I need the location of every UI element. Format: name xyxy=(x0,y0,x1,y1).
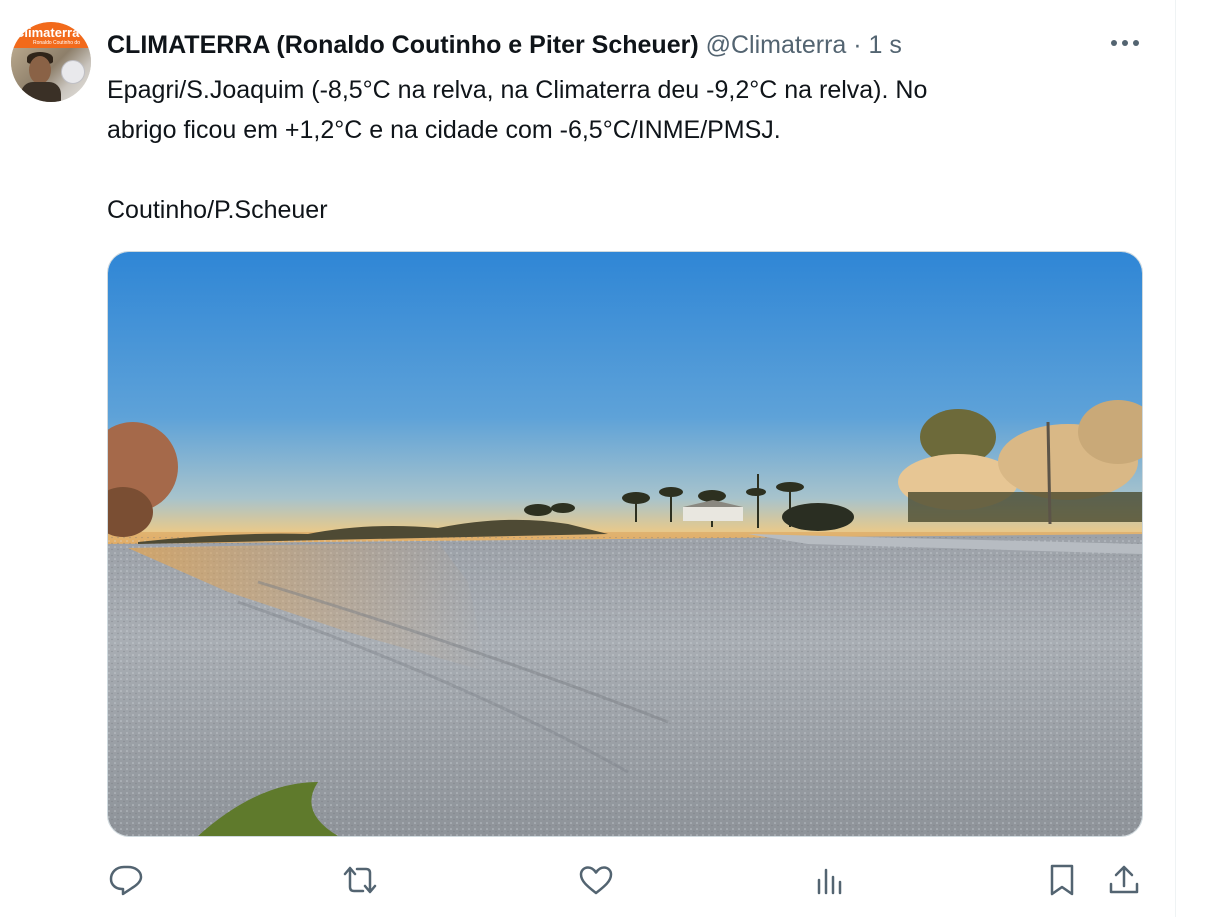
bookmark-icon xyxy=(1050,864,1074,896)
reply-button[interactable] xyxy=(106,862,146,898)
timeline-divider xyxy=(1175,0,1176,917)
author-handle[interactable]: @Climaterra xyxy=(706,31,847,59)
retweet-icon xyxy=(343,866,377,894)
avatar-globe xyxy=(61,60,85,84)
frost-field-photo xyxy=(108,252,1142,836)
share-button[interactable] xyxy=(1106,862,1142,898)
bar-chart-icon xyxy=(817,868,842,895)
more-options-button[interactable] xyxy=(1108,32,1142,54)
avatar-face xyxy=(29,56,51,84)
retweet-button[interactable] xyxy=(340,862,380,898)
more-icon xyxy=(1111,40,1139,46)
heart-icon xyxy=(579,866,613,895)
like-button[interactable] xyxy=(576,862,616,898)
header-separator: · xyxy=(853,31,862,59)
tweet-header: CLIMATERRA (Ronaldo Coutinho e Piter Sch… xyxy=(107,30,902,60)
tweet-timestamp[interactable]: 1 s xyxy=(869,31,902,59)
avatar-logo-subtext: Ronaldo Coutinho do xyxy=(33,40,80,46)
bookmark-button[interactable] xyxy=(1044,862,1080,898)
tweet-text-line: Epagri/S.Joaquim (-8,5°C na relva, na Cl… xyxy=(107,76,928,104)
tweet-photo[interactable] xyxy=(107,251,1143,837)
speech-bubble-icon xyxy=(109,865,143,896)
tweet-text-blank-line xyxy=(107,150,1147,190)
upload-icon xyxy=(1109,865,1139,894)
avatar[interactable]: Climaterra Ronaldo Coutinho do xyxy=(11,22,91,102)
avatar-body xyxy=(21,82,61,102)
tweet-text-line: Coutinho/P.Scheuer xyxy=(107,196,328,224)
author-name[interactable]: CLIMATERRA (Ronaldo Coutinho e Piter Sch… xyxy=(107,31,699,59)
views-button[interactable] xyxy=(810,862,850,898)
avatar-logo: Climaterra xyxy=(15,25,80,40)
tweet-text: Epagri/S.Joaquim (-8,5°C na relva, na Cl… xyxy=(107,70,1147,230)
tweet-text-line: abrigo ficou em +1,2°C e na cidade com -… xyxy=(107,116,781,144)
